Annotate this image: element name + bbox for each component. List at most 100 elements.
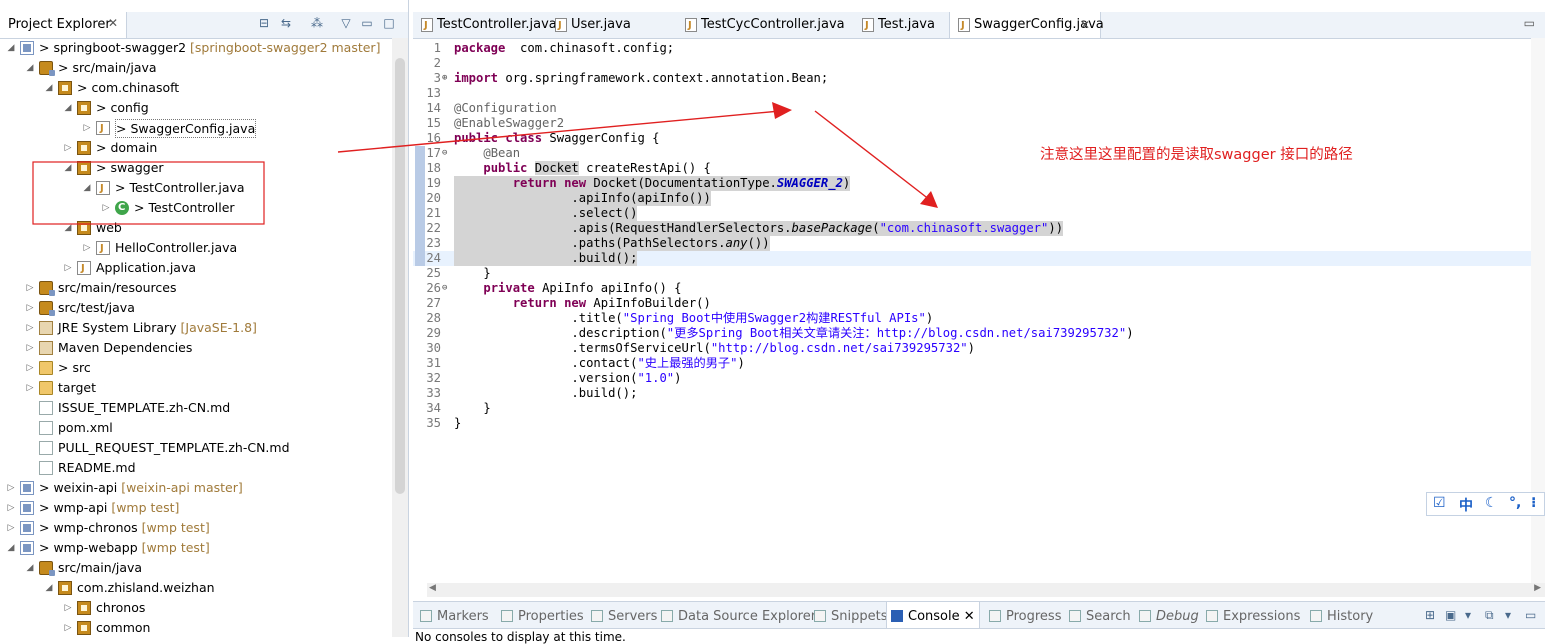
code-line[interactable]: 1 package com.chinasoft.config;	[413, 41, 1545, 56]
tab-servers[interactable]: Servers	[587, 602, 661, 628]
console-toolbar-icon[interactable]: ⧉	[1485, 608, 1494, 623]
expanded-arrow-icon[interactable]: ◢	[25, 58, 35, 78]
tab-testcontroller[interactable]: TestController.java	[413, 12, 557, 39]
code-line[interactable]: 15 @EnableSwagger2	[413, 116, 1545, 131]
collapse-all-icon[interactable]: ⊟	[257, 16, 271, 30]
code-line[interactable]: 35}	[413, 416, 1545, 431]
code-line[interactable]: 23 .paths(PathSelectors.any())	[413, 236, 1545, 251]
ime-punct-icon[interactable]: °,	[1509, 495, 1521, 511]
tree-item-config[interactable]: ◢ > config	[0, 98, 392, 118]
tab-console[interactable]: Console ✕	[886, 602, 980, 628]
code-line[interactable]: 20 .apiInfo(apiInfo())	[413, 191, 1545, 206]
console-toolbar-icon[interactable]: ▭	[1525, 608, 1536, 622]
code-line[interactable]: 14 @Configuration	[413, 101, 1545, 116]
expanded-arrow-icon[interactable]: ◢	[44, 578, 54, 598]
tab-data-source-explorer[interactable]: Data Source Explorer	[657, 602, 820, 628]
code-line[interactable]: 28 .title("Spring Boot中使用Swagger2构建RESTf…	[413, 311, 1545, 326]
code-line[interactable]: 13	[413, 86, 1545, 101]
code-line[interactable]: 27 return new ApiInfoBuilder()	[413, 296, 1545, 311]
fold-collapse-icon[interactable]: ⊖	[442, 281, 447, 296]
tab-progress[interactable]: Progress	[985, 602, 1065, 628]
expanded-arrow-icon[interactable]: ◢	[63, 98, 73, 118]
tree-item-pull-request-template[interactable]: PULL_REQUEST_TEMPLATE.zh-CN.md	[0, 438, 392, 458]
close-icon[interactable]: ✕	[1080, 12, 1090, 38]
code-line[interactable]: 32 .version("1.0")	[413, 371, 1545, 386]
ime-check-icon[interactable]: ☑	[1433, 495, 1446, 511]
code-line[interactable]: 22 .apis(RequestHandlerSelectors.basePac…	[413, 221, 1545, 236]
close-icon[interactable]: ✕	[108, 16, 118, 30]
tab-markers[interactable]: Markers	[416, 602, 493, 628]
expanded-arrow-icon[interactable]: ◢	[63, 218, 73, 238]
minimize-icon[interactable]: ▭	[1524, 16, 1535, 30]
scroll-left-icon[interactable]: ◀	[429, 583, 436, 593]
collapsed-arrow-icon[interactable]: ▷	[63, 618, 73, 637]
collapsed-arrow-icon[interactable]: ▷	[25, 278, 35, 298]
console-toolbar-icon[interactable]: ▾	[1505, 608, 1511, 622]
expanded-arrow-icon[interactable]: ◢	[25, 558, 35, 578]
code-line[interactable]: 2	[413, 56, 1545, 71]
code-line[interactable]: 26 ⊖ private ApiInfo apiInfo() {	[413, 281, 1545, 296]
link-with-editor-icon[interactable]: ⇆	[279, 16, 293, 30]
tree-item-src-test-java[interactable]: ▷ src/test/java	[0, 298, 392, 318]
collapsed-arrow-icon[interactable]: ▷	[6, 498, 16, 518]
tree-item-hellocontroller-java[interactable]: ▷ HelloController.java	[0, 238, 392, 259]
tree-item-domain[interactable]: ▷ > domain	[0, 138, 392, 158]
tab-swaggerconfig[interactable]: SwaggerConfig.java✕	[949, 12, 1104, 39]
tree-item-target[interactable]: ▷ target	[0, 378, 392, 398]
code-line[interactable]: 30 .termsOfServiceUrl("http://blog.csdn.…	[413, 341, 1545, 356]
maximize-icon[interactable]: □	[382, 16, 396, 30]
tree-item-com-zhisland-weizhan[interactable]: ◢ com.zhisland.weizhan	[0, 578, 392, 598]
tab-properties[interactable]: Properties	[497, 602, 588, 628]
collapsed-arrow-icon[interactable]: ▷	[6, 478, 16, 498]
tree-item-chronos[interactable]: ▷ chronos	[0, 598, 392, 618]
expanded-arrow-icon[interactable]: ◢	[6, 538, 16, 558]
code-editor[interactable]: 1 package com.chinasoft.config; 2 3 ⊕ import …	[413, 38, 1545, 583]
collapsed-arrow-icon[interactable]: ▷	[63, 138, 73, 158]
tree-item-testcontroller-class[interactable]: ▷ > TestController	[0, 198, 392, 218]
tab-search[interactable]: Search	[1065, 602, 1135, 628]
tree-item-wmp-src-main-java[interactable]: ◢ src/main/java	[0, 558, 392, 578]
collapsed-arrow-icon[interactable]: ▷	[25, 318, 35, 338]
explorer-scrollbar[interactable]	[392, 38, 408, 637]
tree-item-src-main-resources[interactable]: ▷ src/main/resources	[0, 278, 392, 298]
tree-item-wmp-webapp[interactable]: ◢ > wmp-webapp [wmp test]	[0, 538, 392, 558]
collapsed-arrow-icon[interactable]: ▷	[101, 198, 111, 218]
collapsed-arrow-icon[interactable]: ▷	[25, 298, 35, 318]
tree-item-springboot-swagger2[interactable]: ◢ > springboot-swagger2 [springboot-swagg…	[0, 38, 392, 58]
code-line[interactable]: 21 .select()	[413, 206, 1545, 221]
tree-item-swagger[interactable]: ◢ > swagger	[0, 158, 392, 178]
ime-more-icon[interactable]: ⁝	[1531, 495, 1536, 511]
editor-horizontal-scrollbar[interactable]: ◀ ▶	[427, 583, 1545, 597]
tree-item-application-java[interactable]: ▷ Application.java	[0, 258, 392, 279]
tree-item-issue-template[interactable]: ISSUE_TEMPLATE.zh-CN.md	[0, 398, 392, 418]
tree-item-web[interactable]: ◢ web	[0, 218, 392, 238]
code-line[interactable]: 3 ⊕ import org.springframework.context.ann…	[413, 71, 1545, 86]
explorer-scrollbar-thumb[interactable]	[395, 58, 405, 494]
tree-item-weixin-api[interactable]: ▷ > weixin-api [weixin-api master]	[0, 478, 392, 498]
tree-item-com-chinasoft[interactable]: ◢ > com.chinasoft	[0, 78, 392, 98]
tab-testcyccontroller[interactable]: TestCycController.java	[677, 12, 850, 39]
console-toolbar-icon[interactable]: ▾	[1465, 608, 1471, 622]
code-line[interactable]: 31 .contact("史上最强的男子")	[413, 356, 1545, 371]
collapsed-arrow-icon[interactable]: ▷	[63, 598, 73, 618]
ime-moon-icon[interactable]: ☾	[1485, 495, 1498, 511]
collapsed-arrow-icon[interactable]: ▷	[25, 338, 35, 358]
code-line[interactable]: 34 }	[413, 401, 1545, 416]
expanded-arrow-icon[interactable]: ◢	[44, 78, 54, 98]
ime-lang-label[interactable]: 中	[1459, 495, 1473, 515]
code-line[interactable]: 29 .description("更多Spring Boot相关文章请关注：ht…	[413, 326, 1545, 341]
collapsed-arrow-icon[interactable]: ▷	[25, 358, 35, 378]
code-line[interactable]: 19 return new Docket(DocumentationType.S…	[413, 176, 1545, 191]
expanded-arrow-icon[interactable]: ◢	[6, 38, 16, 58]
code-line[interactable]: 25 }	[413, 266, 1545, 281]
expanded-arrow-icon[interactable]: ◢	[63, 158, 73, 178]
ime-toolbar[interactable]: ☑ 中 ☾ °, ⁝	[1426, 492, 1545, 516]
tab-test[interactable]: Test.java	[854, 12, 945, 39]
collapsed-arrow-icon[interactable]: ▷	[25, 378, 35, 398]
view-menu-icon[interactable]: ▽	[339, 16, 353, 30]
collapsed-arrow-icon[interactable]: ▷	[63, 258, 73, 278]
tree-item-src-main-java[interactable]: ◢ > src/main/java	[0, 58, 392, 78]
tree-item-src[interactable]: ▷ > src	[0, 358, 392, 378]
tree-item-pom-xml[interactable]: pom.xml	[0, 418, 392, 438]
minimize-icon[interactable]: ▭	[360, 16, 374, 30]
